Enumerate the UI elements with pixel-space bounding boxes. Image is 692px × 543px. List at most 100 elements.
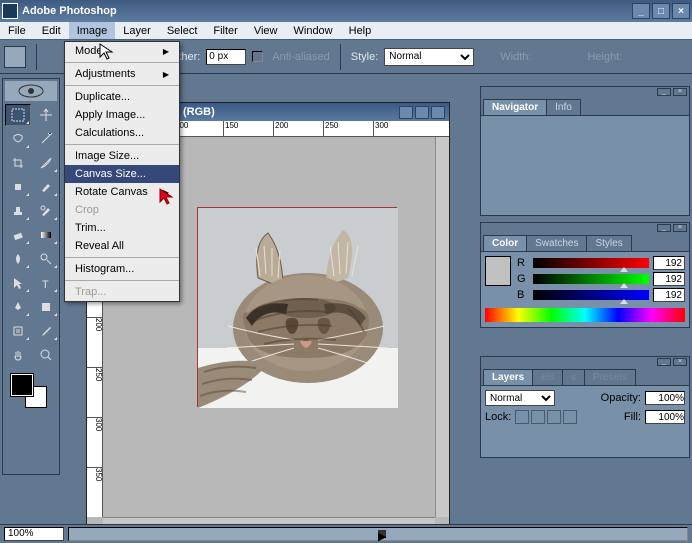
- fill-input[interactable]: [645, 410, 685, 424]
- panel-min-icon[interactable]: _: [657, 88, 671, 96]
- svg-text:T: T: [42, 279, 49, 290]
- feather-label: ther:: [178, 51, 200, 63]
- eyedropper-tool[interactable]: [33, 320, 59, 342]
- menu-image[interactable]: Image: [69, 22, 116, 39]
- r-slider[interactable]: [533, 258, 649, 268]
- spectrum-bar[interactable]: [485, 308, 685, 322]
- doc-close-button[interactable]: [431, 106, 445, 119]
- tab-channels[interactable]: els: [532, 369, 563, 385]
- tab-navigator[interactable]: Navigator: [483, 99, 547, 115]
- tab-swatches[interactable]: Swatches: [526, 235, 587, 251]
- panel-min-icon[interactable]: _: [657, 224, 671, 232]
- heal-tool[interactable]: [5, 176, 31, 198]
- blur-tool[interactable]: [5, 248, 31, 270]
- screen-mode-1[interactable]: [5, 434, 21, 452]
- lock-position-icon[interactable]: [547, 410, 561, 424]
- color-body: R G B: [481, 251, 689, 327]
- panel-min-icon[interactable]: _: [657, 358, 671, 366]
- statusbar-scroll[interactable]: ▶: [68, 527, 688, 541]
- shape-tool[interactable]: [33, 296, 59, 318]
- zoom-display[interactable]: 100%: [4, 527, 64, 541]
- canvas-image[interactable]: [197, 207, 397, 407]
- type-tool[interactable]: T: [33, 272, 59, 294]
- menu-mode[interactable]: Mode▶: [65, 42, 179, 60]
- menu-file[interactable]: File: [0, 22, 34, 39]
- menu-window[interactable]: Window: [286, 22, 341, 39]
- crop-tool[interactable]: [5, 152, 31, 174]
- history-brush-tool[interactable]: [33, 200, 59, 222]
- path-select-tool[interactable]: [5, 272, 31, 294]
- doc-scrollbar-vertical[interactable]: [435, 137, 449, 517]
- doc-minimize-button[interactable]: [399, 106, 413, 119]
- screen-mode-3[interactable]: [41, 434, 57, 452]
- r-input[interactable]: [653, 256, 685, 270]
- tab-presets[interactable]: Presets: [584, 369, 636, 385]
- panel-close-icon[interactable]: ×: [673, 358, 687, 366]
- menu-select[interactable]: Select: [159, 22, 206, 39]
- pen-tool[interactable]: [5, 296, 31, 318]
- menu-adjustments[interactable]: Adjustments▶: [65, 65, 179, 83]
- style-select[interactable]: Normal: [384, 48, 474, 66]
- app-icon: [2, 3, 18, 19]
- tab-layers[interactable]: Layers: [483, 369, 533, 385]
- standard-mode-button[interactable]: [8, 414, 30, 432]
- panel-close-icon[interactable]: ×: [673, 88, 687, 96]
- menu-calculations[interactable]: Calculations...: [65, 124, 179, 142]
- blend-mode-select[interactable]: Normal: [485, 390, 555, 406]
- dodge-tool[interactable]: [33, 248, 59, 270]
- screen-mode-2[interactable]: [23, 434, 39, 452]
- gradient-tool[interactable]: [33, 224, 59, 246]
- menu-reveal-all[interactable]: Reveal All: [65, 237, 179, 255]
- slice-tool[interactable]: [33, 152, 59, 174]
- b-slider[interactable]: [533, 290, 649, 300]
- marquee-tool[interactable]: [5, 104, 31, 126]
- menu-view[interactable]: View: [246, 22, 286, 39]
- quickmask-mode-button[interactable]: [32, 414, 54, 432]
- notes-tool[interactable]: [5, 320, 31, 342]
- doc-maximize-button[interactable]: [415, 106, 429, 119]
- menu-trim[interactable]: Trim...: [65, 219, 179, 237]
- menu-image-size[interactable]: Image Size...: [65, 147, 179, 165]
- antialias-checkbox[interactable]: [252, 51, 263, 62]
- tab-color[interactable]: Color: [483, 235, 527, 251]
- close-button[interactable]: ×: [672, 3, 690, 19]
- wand-tool[interactable]: [33, 128, 59, 150]
- menu-canvas-size[interactable]: Canvas Size...: [65, 165, 179, 183]
- menu-apply-image[interactable]: Apply Image...: [65, 106, 179, 124]
- g-slider[interactable]: [533, 274, 649, 284]
- hand-tool[interactable]: [5, 344, 31, 366]
- g-input[interactable]: [653, 272, 685, 286]
- navigator-panel: _× Navigator Info: [480, 86, 690, 216]
- lock-paint-icon[interactable]: [531, 410, 545, 424]
- tab-paths[interactable]: s: [562, 369, 585, 385]
- eraser-tool[interactable]: [5, 224, 31, 246]
- brush-tool[interactable]: [33, 176, 59, 198]
- menu-edit[interactable]: Edit: [34, 22, 69, 39]
- stamp-tool[interactable]: [5, 200, 31, 222]
- menu-filter[interactable]: Filter: [205, 22, 245, 39]
- current-tool-icon[interactable]: [4, 46, 26, 68]
- titlebar: Adobe Photoshop _ □ ×: [0, 0, 692, 22]
- panel-close-icon[interactable]: ×: [673, 224, 687, 232]
- b-input[interactable]: [653, 288, 685, 302]
- tab-info[interactable]: Info: [546, 99, 581, 115]
- menu-help[interactable]: Help: [341, 22, 380, 39]
- foreground-color-swatch[interactable]: [11, 374, 33, 396]
- lock-transparency-icon[interactable]: [515, 410, 529, 424]
- zoom-tool[interactable]: [33, 344, 59, 366]
- jump-to-button[interactable]: [11, 456, 51, 472]
- color-preview[interactable]: [485, 256, 511, 286]
- minimize-button[interactable]: _: [632, 3, 650, 19]
- menu-histogram[interactable]: Histogram...: [65, 260, 179, 278]
- move-tool[interactable]: [33, 104, 59, 126]
- menu-rotate-canvas[interactable]: Rotate Canvas▶: [65, 183, 179, 201]
- opacity-input[interactable]: [645, 391, 685, 405]
- lock-all-icon[interactable]: [563, 410, 577, 424]
- statusbar: 100% ▶: [0, 524, 692, 542]
- feather-input[interactable]: [206, 49, 246, 65]
- menu-layer[interactable]: Layer: [115, 22, 159, 39]
- menu-duplicate[interactable]: Duplicate...: [65, 88, 179, 106]
- maximize-button[interactable]: □: [652, 3, 670, 19]
- tab-styles[interactable]: Styles: [586, 235, 631, 251]
- lasso-tool[interactable]: [5, 128, 31, 150]
